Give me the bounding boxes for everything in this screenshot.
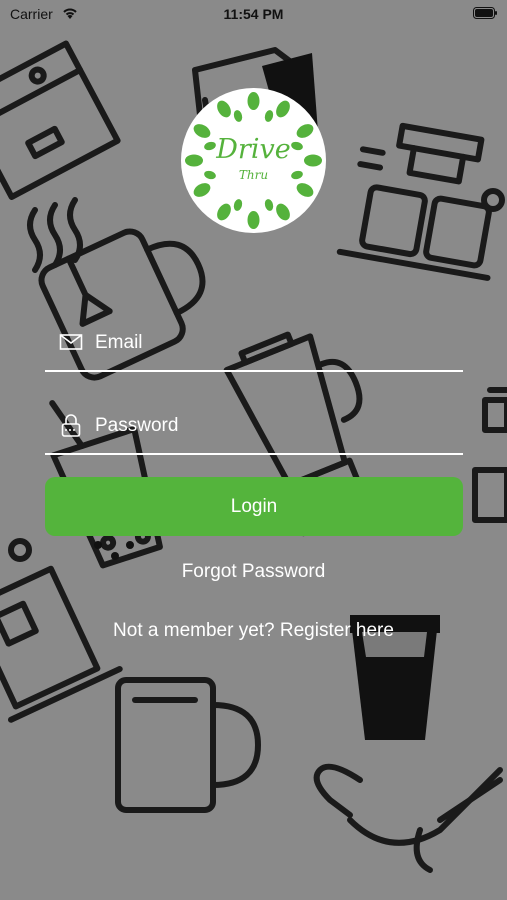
app-logo: Drive Thru (181, 88, 326, 233)
register-link[interactable]: Not a member yet? Register here (0, 620, 507, 642)
lock-icon (61, 414, 81, 437)
email-input[interactable] (95, 318, 455, 368)
status-bar: Carrier 11:54 PM (0, 0, 507, 30)
password-input[interactable] (95, 401, 455, 451)
email-field[interactable] (45, 318, 463, 372)
login-button[interactable]: Login (45, 477, 463, 536)
forgot-password-link[interactable]: Forgot Password (0, 561, 507, 583)
logo-subtitle: Thru (238, 168, 269, 182)
password-field[interactable] (45, 401, 463, 455)
battery-icon (473, 7, 497, 19)
logo-title: Drive (216, 134, 291, 165)
status-time: 11:54 PM (223, 6, 284, 22)
envelope-icon (59, 334, 83, 350)
